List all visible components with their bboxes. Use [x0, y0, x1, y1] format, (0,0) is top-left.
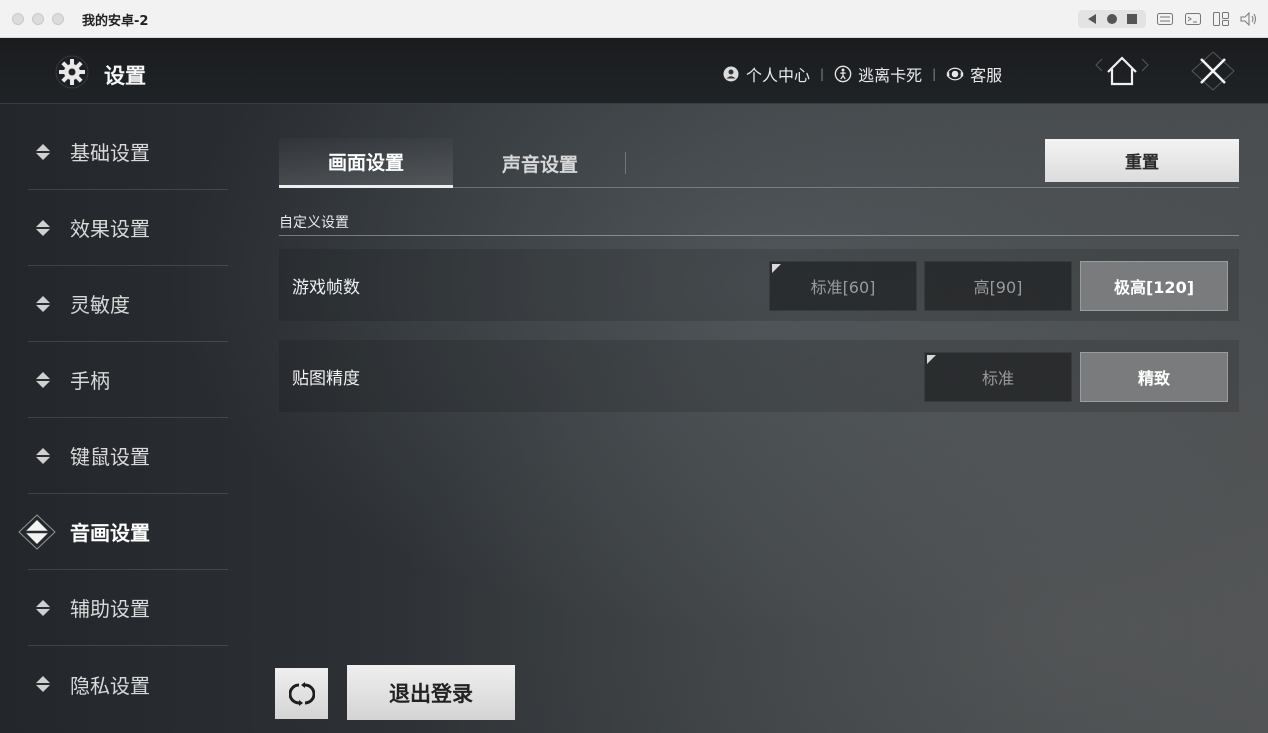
terminal-icon[interactable] [1184, 11, 1202, 27]
sidebar-item-assist[interactable]: 辅助设置 [28, 570, 228, 646]
tab-graphics[interactable]: 画面设置 [279, 138, 453, 188]
setting-row-texture-quality: 贴图精度 标准 精致 [279, 340, 1239, 412]
sidebar-item-basic[interactable]: 基础设置 [28, 114, 228, 190]
escape-stuck-link[interactable]: 逃离卡死 [834, 62, 922, 86]
home-circle-icon[interactable] [1106, 13, 1118, 25]
tab-divider [625, 152, 626, 174]
sidebar-item-effects[interactable]: 效果设置 [28, 190, 228, 266]
customer-service-label: 客服 [970, 66, 1003, 85]
diamond-icon [35, 143, 51, 160]
headset-icon [946, 65, 964, 83]
option-fine[interactable]: 精致 [1080, 352, 1228, 402]
settings-sidebar: 基础设置 效果设置 灵敏度 手柄 键鼠设置 音画设置 辅助设置 隐私设置 [0, 104, 240, 733]
reset-button[interactable]: 重置 [1045, 139, 1239, 182]
diamond-icon [35, 371, 51, 388]
option-standard-60[interactable]: 标准[60] [769, 261, 917, 311]
android-nav-group [1078, 10, 1146, 28]
setting-label: 贴图精度 [292, 369, 360, 389]
option-label: 高[90] [973, 278, 1023, 297]
page-title: 设置 [104, 64, 146, 88]
sidebar-item-label: 效果设置 [70, 217, 150, 241]
logout-button[interactable]: 退出登录 [347, 665, 515, 720]
option-high-90[interactable]: 高[90] [924, 261, 1072, 311]
diamond-icon [35, 676, 51, 692]
link-separator: | [820, 67, 825, 81]
setting-label: 游戏帧数 [292, 278, 360, 298]
close-button[interactable] [1178, 48, 1248, 94]
home-icon [1095, 56, 1149, 86]
window-titlebar: 我的安卓-2 [0, 0, 1268, 38]
sidebar-item-label: 灵敏度 [70, 293, 130, 317]
corner-marker [927, 355, 936, 364]
sidebar-item-keyboard-mouse[interactable]: 键鼠设置 [28, 418, 228, 494]
close-window-dot[interactable] [12, 13, 24, 25]
diamond-selected-icon [18, 514, 56, 550]
back-triangle-icon[interactable] [1086, 13, 1098, 25]
volume-icon[interactable] [1240, 11, 1258, 27]
escape-icon [834, 65, 852, 83]
refresh-icon [288, 681, 315, 706]
option-ultra-120[interactable]: 极高[120] [1080, 261, 1228, 311]
sidebar-item-label: 基础设置 [70, 141, 150, 165]
gear-icon [46, 52, 98, 92]
sidebar-item-label: 键鼠设置 [70, 445, 150, 469]
link-separator: | [932, 67, 937, 81]
option-label: 标准[60] [810, 278, 876, 297]
sidebar-item-privacy[interactable]: 隐私设置 [28, 646, 228, 722]
maximize-window-dot[interactable] [52, 13, 64, 25]
header-links: 个人中心 | 逃离卡死 | 客服 [722, 62, 1002, 86]
sidebar-item-label: 辅助设置 [70, 597, 150, 621]
minimize-window-dot[interactable] [32, 13, 44, 25]
game-settings-screen: 设置 个人中心 | 逃离卡死 | 客服 基础设置 效果设置 灵敏度 手柄 键鼠设… [0, 38, 1268, 733]
tab-sound[interactable]: 声音设置 [453, 138, 627, 188]
window-title: 我的安卓-2 [82, 14, 149, 29]
option-label: 精致 [1137, 369, 1170, 388]
sidebar-item-label: 手柄 [70, 369, 110, 393]
sidebar-item-sensitivity[interactable]: 灵敏度 [28, 266, 228, 342]
diamond-icon [35, 295, 51, 312]
window-toolbar [1078, 8, 1258, 30]
diamond-icon [35, 219, 51, 236]
section-title: 自定义设置 [279, 212, 1239, 236]
personal-center-link[interactable]: 个人中心 [722, 62, 810, 86]
sidebar-item-label: 音画设置 [70, 521, 150, 545]
corner-marker [772, 264, 781, 273]
option-label: 标准 [981, 369, 1014, 388]
home-button[interactable] [1090, 48, 1154, 94]
refresh-button[interactable] [275, 668, 328, 719]
escape-stuck-label: 逃离卡死 [858, 66, 923, 85]
option-standard[interactable]: 标准 [924, 352, 1072, 402]
diamond-icon [35, 599, 51, 616]
setting-row-frame-rate: 游戏帧数 标准[60] 高[90] 极高[120] [279, 249, 1239, 321]
option-label: 极高[120] [1113, 278, 1195, 297]
personal-center-label: 个人中心 [746, 66, 811, 85]
sidebar-item-controller[interactable]: 手柄 [28, 342, 228, 418]
sidebar-item-label: 隐私设置 [70, 673, 150, 698]
recents-square-icon[interactable] [1126, 13, 1138, 25]
sidebar-item-audio-visual[interactable]: 音画设置 [18, 494, 228, 570]
keyboard-icon[interactable] [1156, 11, 1174, 27]
user-icon [722, 65, 740, 83]
layout-icon[interactable] [1212, 11, 1230, 27]
close-icon [1191, 51, 1235, 91]
customer-service-link[interactable]: 客服 [946, 62, 1002, 86]
diamond-icon [35, 447, 51, 464]
top-bar: 设置 个人中心 | 逃离卡死 | 客服 [0, 38, 1268, 104]
